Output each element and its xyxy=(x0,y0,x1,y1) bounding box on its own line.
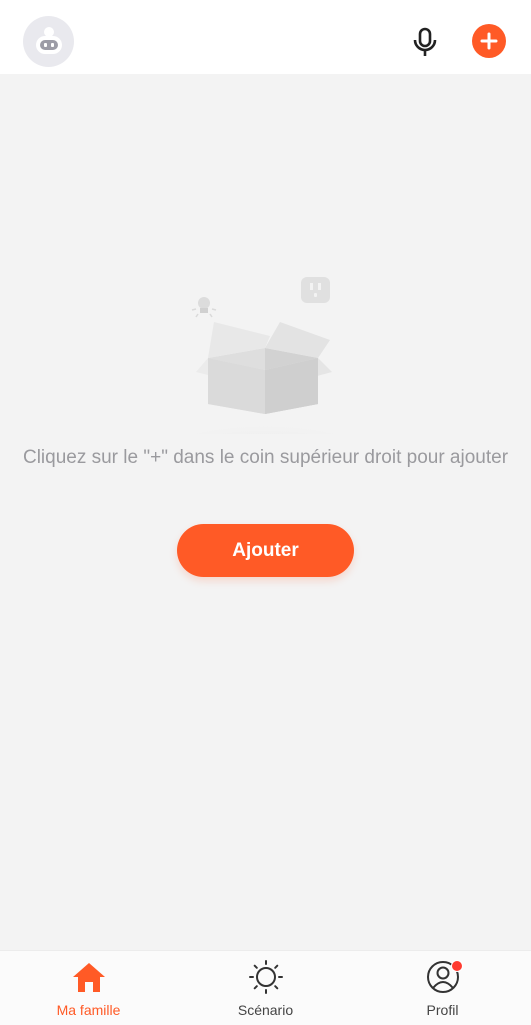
tab-label: Ma famille xyxy=(56,1002,121,1018)
add-button[interactable]: Ajouter xyxy=(177,524,354,577)
tab-scenario[interactable]: Scénario xyxy=(177,951,354,1025)
sun-icon xyxy=(248,960,283,994)
top-bar xyxy=(0,0,531,74)
plus-icon xyxy=(480,32,498,50)
voice-button[interactable] xyxy=(407,24,443,60)
home-icon xyxy=(72,963,105,992)
microphone-icon xyxy=(413,27,437,56)
bottom-navigation: Ma famille Scénario Profil xyxy=(0,950,531,1025)
notification-badge xyxy=(450,960,463,972)
robot-avatar-icon xyxy=(35,26,62,54)
empty-state-area: Cliquez sur le "+" dans le coin supérieu… xyxy=(0,74,531,950)
empty-box-icon xyxy=(153,277,377,434)
tab-profil[interactable]: Profil xyxy=(354,951,531,1025)
avatar[interactable] xyxy=(23,16,74,67)
add-device-button[interactable] xyxy=(472,24,506,58)
tab-label: Scénario xyxy=(237,1002,294,1018)
empty-state-message: Cliquez sur le "+" dans le coin supérieu… xyxy=(22,447,509,468)
tab-label: Profil xyxy=(426,1002,459,1018)
tab-ma-famille[interactable]: Ma famille xyxy=(0,951,177,1025)
